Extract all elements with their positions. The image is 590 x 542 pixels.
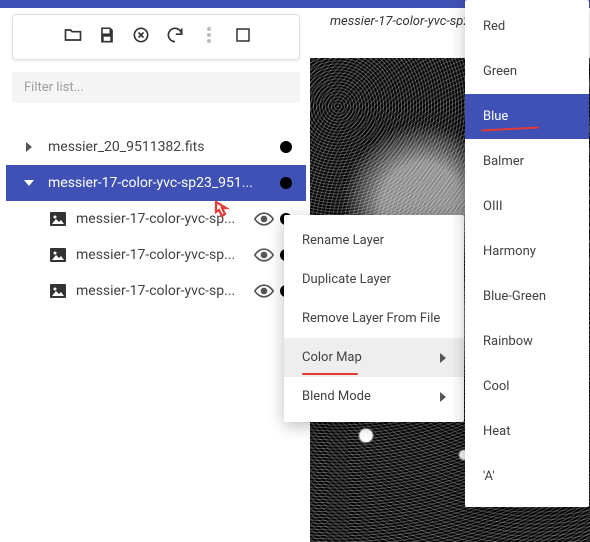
sidebar: messier_20_9511382.fits messier-17-color…	[6, 8, 306, 309]
chevron-down-icon[interactable]	[20, 178, 38, 188]
file-label: messier_20_9511382.fits	[48, 139, 274, 155]
colormap-option-harmony[interactable]: Harmony	[465, 229, 589, 274]
colormap-option-balmer[interactable]: Balmer	[465, 139, 589, 184]
colormap-option-rainbow[interactable]: Rainbow	[465, 319, 589, 364]
colormap-option-red[interactable]: Red	[465, 4, 589, 49]
color-map-submenu: Red Green Blue Balmer OIII Harmony Blue-…	[465, 0, 589, 507]
layer-row[interactable]: messier-17-color-yvc-sp...	[6, 273, 306, 309]
refresh-icon[interactable]	[165, 25, 185, 45]
image-icon	[50, 284, 66, 298]
filter-input[interactable]	[12, 72, 300, 103]
visibility-icon[interactable]	[254, 212, 274, 226]
colormap-option-cool[interactable]: Cool	[465, 364, 589, 409]
sidebar-toolbar	[12, 14, 300, 60]
menu-color-map[interactable]: Color Map	[284, 338, 464, 377]
visibility-icon[interactable]	[254, 284, 274, 298]
viewer-title: messier-17-color-yvc-sp23_	[330, 14, 483, 29]
cancel-icon[interactable]	[131, 25, 151, 45]
chevron-right-icon	[440, 392, 446, 402]
layer-row[interactable]: messier-17-color-yvc-sp...	[6, 237, 306, 273]
checkbox-icon[interactable]	[233, 25, 253, 45]
visibility-icon[interactable]	[254, 248, 274, 262]
layer-row[interactable]: messier-17-color-yvc-sp...	[6, 201, 306, 237]
file-label: messier-17-color-yvc-sp23_951...	[48, 175, 274, 191]
more-icon[interactable]	[199, 25, 219, 45]
layer-label: messier-17-color-yvc-sp...	[76, 283, 248, 299]
annotation-underline	[302, 373, 358, 375]
menu-remove-layer[interactable]: Remove Layer From File	[284, 299, 464, 338]
colormap-option-blue[interactable]: Blue	[465, 94, 589, 139]
colormap-option-blue-green[interactable]: Blue-Green	[465, 274, 589, 319]
chevron-right-icon[interactable]	[20, 142, 38, 152]
image-icon	[50, 248, 66, 262]
save-icon[interactable]	[97, 25, 117, 45]
colormap-option-heat[interactable]: Heat	[465, 409, 589, 454]
menu-duplicate-layer[interactable]: Duplicate Layer	[284, 260, 464, 299]
colormap-option-a[interactable]: 'A'	[465, 454, 589, 499]
layer-label: messier-17-color-yvc-sp...	[76, 247, 248, 263]
file-row-selected[interactable]: messier-17-color-yvc-sp23_951...	[6, 165, 306, 201]
file-row[interactable]: messier_20_9511382.fits	[6, 129, 306, 165]
menu-blend-mode[interactable]: Blend Mode	[284, 377, 464, 416]
menu-label: Duplicate Layer	[302, 272, 391, 287]
menu-label: Color Map	[302, 350, 362, 365]
colormap-option-green[interactable]: Green	[465, 49, 589, 94]
menu-rename-layer[interactable]: Rename Layer	[284, 221, 464, 260]
image-icon	[50, 212, 66, 226]
menu-label: Remove Layer From File	[302, 311, 440, 326]
menu-label: Blend Mode	[302, 389, 371, 404]
layer-context-menu: Rename Layer Duplicate Layer Remove Laye…	[284, 215, 464, 422]
file-list: messier_20_9511382.fits messier-17-color…	[6, 129, 306, 309]
folder-icon[interactable]	[63, 25, 83, 45]
swatch-dot[interactable]	[280, 177, 292, 189]
chevron-right-icon	[440, 353, 446, 363]
swatch-dot[interactable]	[280, 141, 292, 153]
colormap-option-oiii[interactable]: OIII	[465, 184, 589, 229]
layer-label: messier-17-color-yvc-sp...	[76, 211, 248, 227]
menu-label: Rename Layer	[302, 233, 384, 248]
